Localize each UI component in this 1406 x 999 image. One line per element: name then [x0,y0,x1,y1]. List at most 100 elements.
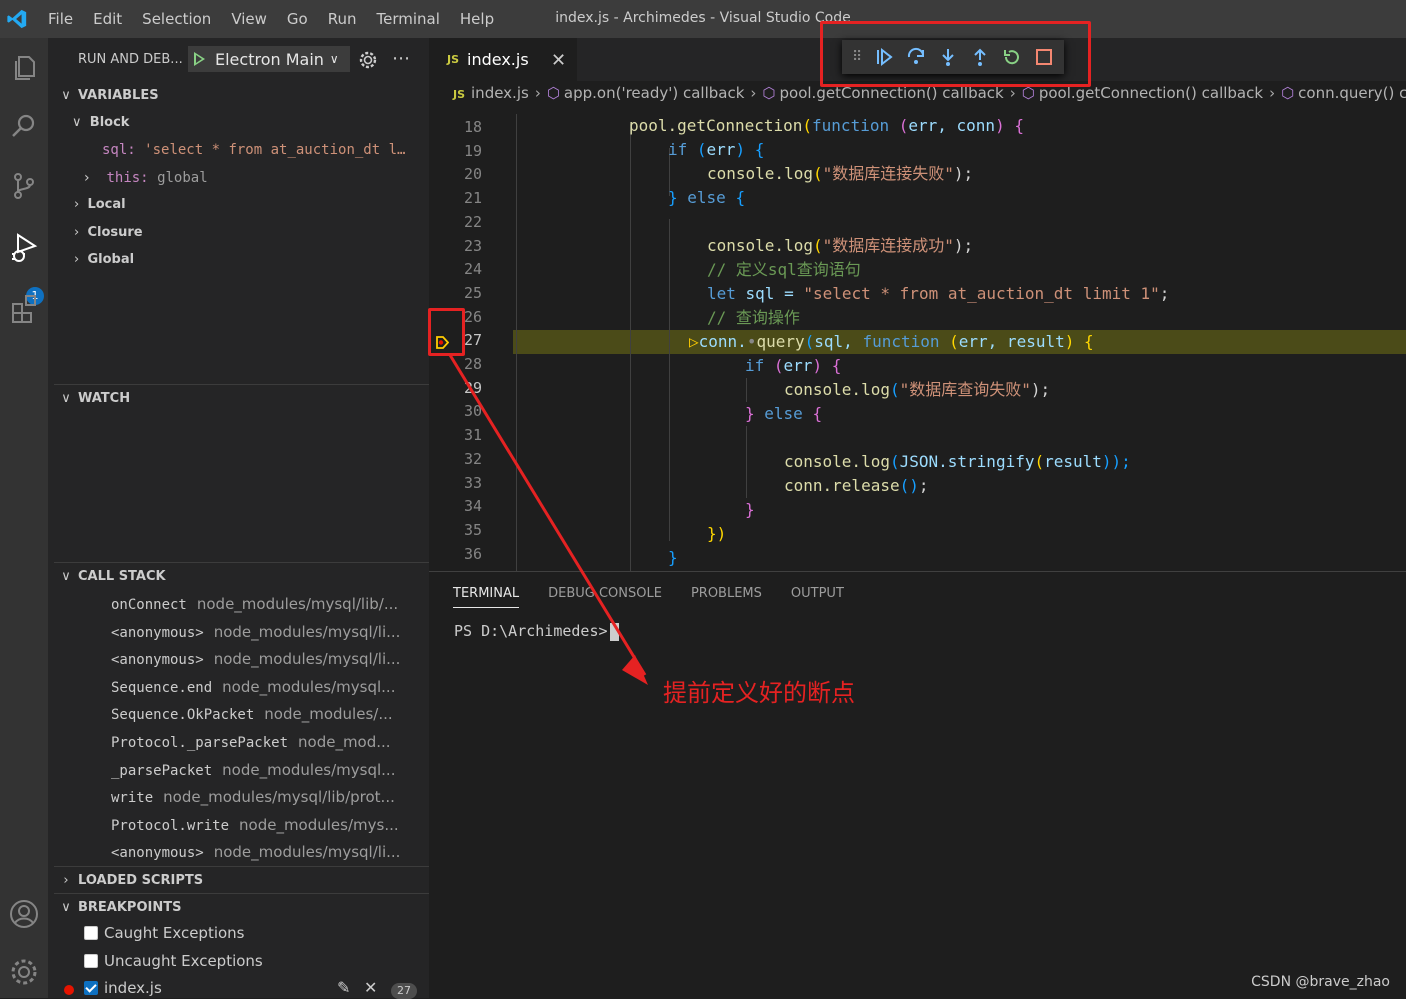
explorer-icon[interactable] [0,44,48,92]
chevron-down-icon: ∨ [72,115,82,130]
breakpoint-file-row[interactable]: index.js [84,979,162,997]
call-stack-frame[interactable]: Protocol._parsePacketnode_mod... [111,733,416,759]
breadcrumb-item[interactable]: app.on('ready') callback [564,84,744,102]
local-label: Local [87,197,125,212]
variables-local[interactable]: › Local [74,197,126,212]
call-stack-frame[interactable]: <anonymous>node_modules/mysql/li... [111,623,416,649]
code-line-28: if (err) { [745,354,841,378]
breadcrumb-item[interactable]: conn.query() ca [1298,84,1406,102]
search-icon[interactable] [0,102,48,150]
menu-terminal[interactable]: Terminal [367,10,450,28]
tab-problems[interactable]: PROBLEMS [691,586,762,608]
line-number[interactable]: 22 [449,213,482,231]
call-stack-section-header[interactable]: ∨CALL STACK [54,564,429,588]
menu-run[interactable]: Run [318,10,367,28]
more-actions-icon[interactable]: ⋯ [392,48,410,69]
loaded-scripts-section-header[interactable]: ›LOADED SCRIPTS [54,868,429,892]
line-number[interactable]: 20 [449,165,482,183]
line-number[interactable]: 21 [449,189,482,207]
uncaught-exceptions-checkbox[interactable] [84,954,98,968]
caught-exceptions-row[interactable]: Caught Exceptions [84,924,245,942]
watch-section-header[interactable]: ∨WATCH [54,386,429,410]
chevron-down-icon: ∨ [330,52,339,66]
uncaught-exceptions-row[interactable]: Uncaught Exceptions [84,952,263,970]
variable-sql[interactable]: sql: 'select * from at_auction_dt l… [102,142,405,158]
line-number[interactable]: 24 [449,260,482,278]
source-control-icon[interactable] [0,162,48,210]
vscode-logo-icon [6,8,28,30]
variables-global[interactable]: › Global [74,252,134,267]
breakpoint-dot-icon [64,985,74,995]
variable-this[interactable]: › this: global [84,170,208,186]
inline-breakpoint-dot[interactable]: • [747,332,757,351]
call-stack-frame[interactable]: writenode_modules/mysql/lib/prot... [111,788,416,814]
divider [54,562,429,563]
code-line-34: } [745,498,755,522]
annotation-label: 提前定义好的断点 [663,673,855,708]
code-line-33: conn.release(); [784,474,929,498]
breakpoint-file-checkbox[interactable] [84,981,98,995]
line-number[interactable]: 23 [449,237,482,255]
call-stack-frame[interactable]: Sequence.OkPacketnode_modules/... [111,705,416,731]
uncaught-exceptions-label: Uncaught Exceptions [104,952,263,970]
frame-function: <anonymous> [111,845,204,861]
chevron-right-icon: › [84,170,90,186]
code-line-26: // 查询操作 [707,306,800,330]
frame-function: <anonymous> [111,625,204,641]
frame-function: write [111,790,153,806]
menu-help[interactable]: Help [450,10,504,28]
sidebar-divider [48,38,54,998]
settings-gear-icon[interactable] [0,948,48,996]
menu-edit[interactable]: Edit [83,10,132,28]
caught-exceptions-checkbox[interactable] [84,926,98,940]
close-icon[interactable]: ✕ [551,50,566,71]
code-line-23: console.log("数据库连接成功"); [707,234,973,258]
chevron-right-icon: › [1269,84,1275,102]
call-stack-frame[interactable]: onConnectnode_modules/mysql/lib/... [111,595,416,621]
launch-config-select[interactable]: Electron Main ∨ [188,46,350,72]
menu-view[interactable]: View [221,10,277,28]
variables-block[interactable]: ∨ Block [72,115,129,130]
chevron-right-icon: › [54,873,78,888]
frame-source: node_modules/mysql/li... [214,650,401,668]
account-icon[interactable] [0,890,48,938]
call-stack-frame[interactable]: Sequence.endnode_modules/mysql... [111,678,416,704]
indent-guide [746,426,747,498]
run-debug-icon[interactable] [0,224,48,272]
divider [54,384,429,385]
call-stack-frame[interactable]: _parsePacketnode_modules/mysql... [111,761,416,787]
breakpoint-file-label: index.js [104,979,162,997]
closure-label: Closure [87,225,142,240]
frame-function: Sequence.end [111,680,212,696]
variable-sql-name: sql: [102,142,136,158]
annotation-box-breakpoint [428,308,465,356]
call-stack-frame[interactable]: Protocol.writenode_modules/mys... [111,816,416,842]
line-number[interactable]: 25 [449,284,482,302]
code-line-30: } else { [745,402,822,426]
edit-pencil-icon[interactable]: ✎ [337,978,350,997]
tab-label: index.js [467,50,529,69]
call-stack-frame[interactable]: <anonymous>node_modules/mysql/li... [111,650,416,676]
method-cube-icon: ⬡ [547,84,560,102]
indent-guide [746,378,747,402]
menu-go[interactable]: Go [277,10,318,28]
launch-config-label: Electron Main [215,50,324,69]
frame-source: node_modules/mysql... [222,761,395,779]
variables-closure[interactable]: › Closure [74,225,143,240]
breakpoints-section-header[interactable]: ∨BREAKPOINTS [54,895,429,919]
variables-section-header[interactable]: ∨VARIABLES [54,83,429,107]
tab-output[interactable]: OUTPUT [791,586,844,608]
tab-index-js[interactable]: JS index.js ✕ [429,38,577,81]
frame-source: node_modules/mysql/lib/... [197,595,398,613]
line-number[interactable]: 19 [449,142,482,160]
menu-selection[interactable]: Selection [132,10,221,28]
gear-icon[interactable] [358,50,378,70]
code-line-25: let sql = "select * from at_auction_dt l… [707,282,1169,306]
menu-file[interactable]: File [38,10,83,28]
remove-breakpoint-icon[interactable]: ✕ [364,978,377,997]
extensions-icon[interactable] [0,284,48,332]
start-debug-icon[interactable] [194,52,205,66]
call-stack-title: CALL STACK [78,569,166,584]
line-number[interactable]: 18 [449,118,482,136]
breadcrumb-file[interactable]: index.js [471,84,529,102]
